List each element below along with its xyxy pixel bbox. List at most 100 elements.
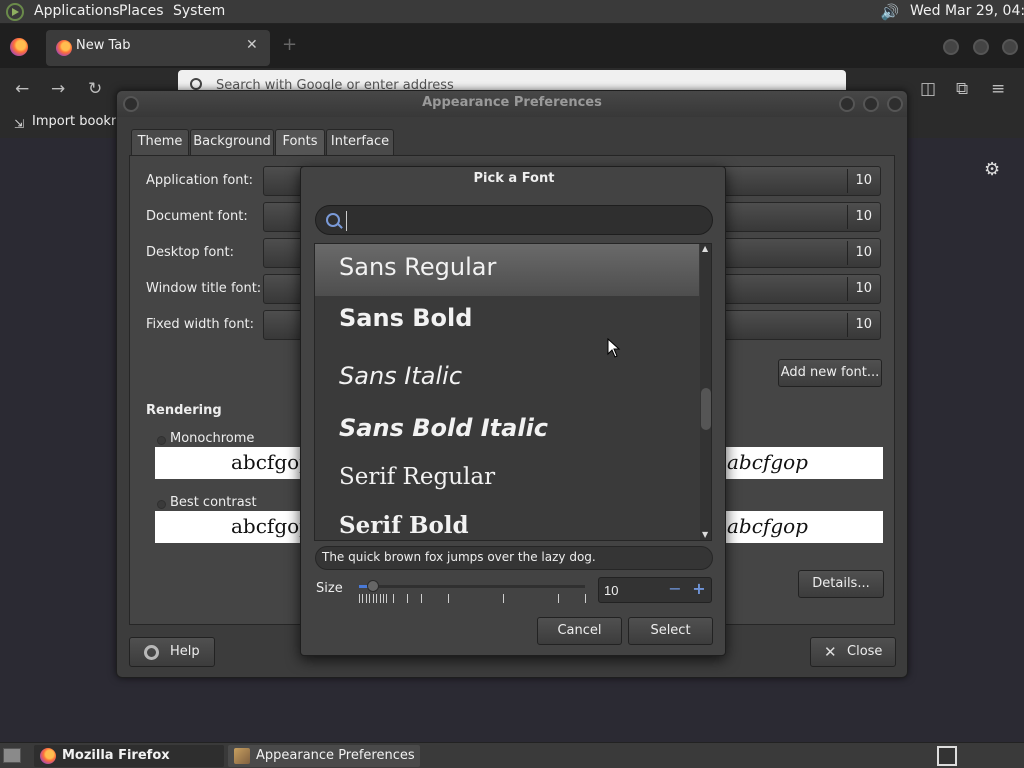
extensions-icon[interactable]: ⧉ <box>956 79 968 99</box>
taskbar-appearance-preferences[interactable]: Appearance Preferences <box>228 745 420 767</box>
decrease-size-icon[interactable]: − <box>665 581 685 599</box>
task-label: Appearance Preferences <box>256 748 415 763</box>
slider-tick <box>369 594 370 603</box>
font-list-scrollbar[interactable]: ▲ ▼ <box>700 244 711 540</box>
close-tab-icon[interactable]: ✕ <box>246 37 258 53</box>
maximize-icon[interactable] <box>863 96 879 112</box>
clock[interactable]: Wed Mar 29, 04:04 <box>910 3 1024 19</box>
task-label: Mozilla Firefox <box>62 748 170 763</box>
font-preview-box[interactable]: The quick brown fox jumps over the lazy … <box>315 546 713 570</box>
firefox-icon <box>40 748 56 764</box>
separator <box>847 205 848 229</box>
add-new-font-button[interactable]: Add new font... <box>778 359 882 387</box>
tab-theme[interactable]: Theme <box>131 129 189 155</box>
system-menu[interactable]: System <box>173 3 225 19</box>
reload-icon[interactable]: ↻ <box>88 79 102 99</box>
top-panel: Applications Places System 🔊 Wed Mar 29,… <box>0 0 1024 24</box>
font-item-sans-italic[interactable]: Sans Italic <box>315 348 699 402</box>
fixed-width-font-label: Fixed width font: <box>146 317 255 332</box>
rendering-heading: Rendering <box>146 403 222 418</box>
font-search-input[interactable] <box>346 211 686 231</box>
monochrome-label[interactable]: Monochrome <box>170 431 254 446</box>
help-icon <box>144 645 159 660</box>
separator <box>847 277 848 301</box>
menu-icon[interactable]: ≡ <box>991 79 1005 99</box>
window-title: Appearance Preferences <box>422 95 602 110</box>
font-size: 10 <box>855 209 872 224</box>
font-item-serif-regular[interactable]: Serif Regular <box>315 454 699 500</box>
slider-tick <box>383 594 384 603</box>
back-icon[interactable]: ← <box>15 79 29 99</box>
places-menu[interactable]: Places <box>119 3 164 19</box>
dialog-title: Pick a Font <box>473 171 555 186</box>
monochrome-radio[interactable] <box>157 436 166 445</box>
slider-track <box>359 585 585 588</box>
scroll-down-icon[interactable]: ▼ <box>702 530 708 539</box>
best-contrast-label[interactable]: Best contrast <box>170 495 257 510</box>
preview-sample-italic: abcfgop <box>727 450 808 474</box>
titlebar[interactable]: Appearance Preferences <box>117 91 907 117</box>
slider-tick <box>407 594 408 603</box>
pick-font-dialog: Pick a Font Sans Regular Sans Bold Sans … <box>300 166 726 656</box>
help-button[interactable]: Help <box>129 637 215 667</box>
slider-tick <box>362 594 363 603</box>
search-icon <box>190 78 202 90</box>
slider-tick <box>558 594 559 603</box>
font-size: 10 <box>855 317 872 332</box>
search-icon <box>326 213 340 227</box>
slider-tick <box>386 594 387 603</box>
desktop-font-label: Desktop font: <box>146 245 234 260</box>
window-close-icon[interactable] <box>1002 39 1018 55</box>
size-input[interactable] <box>599 578 663 602</box>
font-search-box[interactable] <box>315 205 713 235</box>
font-item-sans-regular[interactable]: Sans Regular <box>315 244 699 296</box>
font-item-sans-bold-italic[interactable]: Sans Bold Italic <box>315 402 699 454</box>
window-close-icon[interactable] <box>887 96 903 112</box>
gear-icon[interactable]: ⚙ <box>984 159 1000 180</box>
applications-menu[interactable]: Applications <box>34 3 120 19</box>
scrollbar-thumb[interactable] <box>701 388 711 430</box>
font-item-sans-bold[interactable]: Sans Bold <box>315 296 699 348</box>
font-preview-text: The quick brown fox jumps over the lazy … <box>322 550 596 564</box>
font-list[interactable]: Sans Regular Sans Bold Sans Italic Sans … <box>314 243 712 541</box>
close-icon: ✕ <box>824 643 837 661</box>
cancel-button[interactable]: Cancel <box>537 617 622 645</box>
tab-interface[interactable]: Interface <box>326 129 394 155</box>
firefox-view-icon[interactable] <box>10 38 28 56</box>
bottom-panel: Mozilla Firefox Appearance Preferences <box>0 742 1024 768</box>
application-font-label: Application font: <box>146 173 254 188</box>
minimize-icon[interactable] <box>839 96 855 112</box>
size-slider[interactable] <box>359 580 587 604</box>
increase-size-icon[interactable]: + <box>689 581 709 599</box>
scroll-up-icon[interactable]: ▲ <box>702 244 708 253</box>
slider-tick <box>503 594 504 603</box>
separator <box>847 313 848 337</box>
separator <box>847 241 848 265</box>
best-contrast-radio[interactable] <box>157 500 166 509</box>
new-tab-icon[interactable]: + <box>282 34 297 55</box>
volume-icon[interactable]: 🔊 <box>880 2 900 22</box>
slider-tick <box>585 594 586 603</box>
show-desktop-icon[interactable] <box>3 748 21 763</box>
slider-tick <box>393 594 394 603</box>
distro-logo-icon[interactable] <box>6 3 24 21</box>
firefox-tab[interactable]: New Tab ✕ <box>46 30 270 66</box>
details-button[interactable]: Details... <box>798 570 884 598</box>
close-button[interactable]: ✕ Close <box>810 637 896 667</box>
pocket-icon[interactable]: ◫ <box>920 79 936 99</box>
slider-tick <box>373 594 374 603</box>
forward-icon[interactable]: → <box>51 79 65 99</box>
tab-background[interactable]: Background <box>190 129 274 155</box>
slider-tick <box>359 594 360 603</box>
size-spinbutton[interactable]: − + <box>598 577 712 603</box>
window-title-font-label: Window title font: <box>146 281 262 296</box>
font-item-serif-bold[interactable]: Serif Bold <box>315 500 699 540</box>
font-size: 10 <box>855 281 872 296</box>
taskbar-firefox[interactable]: Mozilla Firefox <box>34 745 224 767</box>
select-button[interactable]: Select <box>628 617 713 645</box>
minimize-icon[interactable] <box>943 39 959 55</box>
tab-fonts[interactable]: Fonts <box>275 129 325 155</box>
workspace-switcher[interactable] <box>937 746 957 766</box>
slider-knob[interactable] <box>367 580 379 592</box>
maximize-icon[interactable] <box>973 39 989 55</box>
